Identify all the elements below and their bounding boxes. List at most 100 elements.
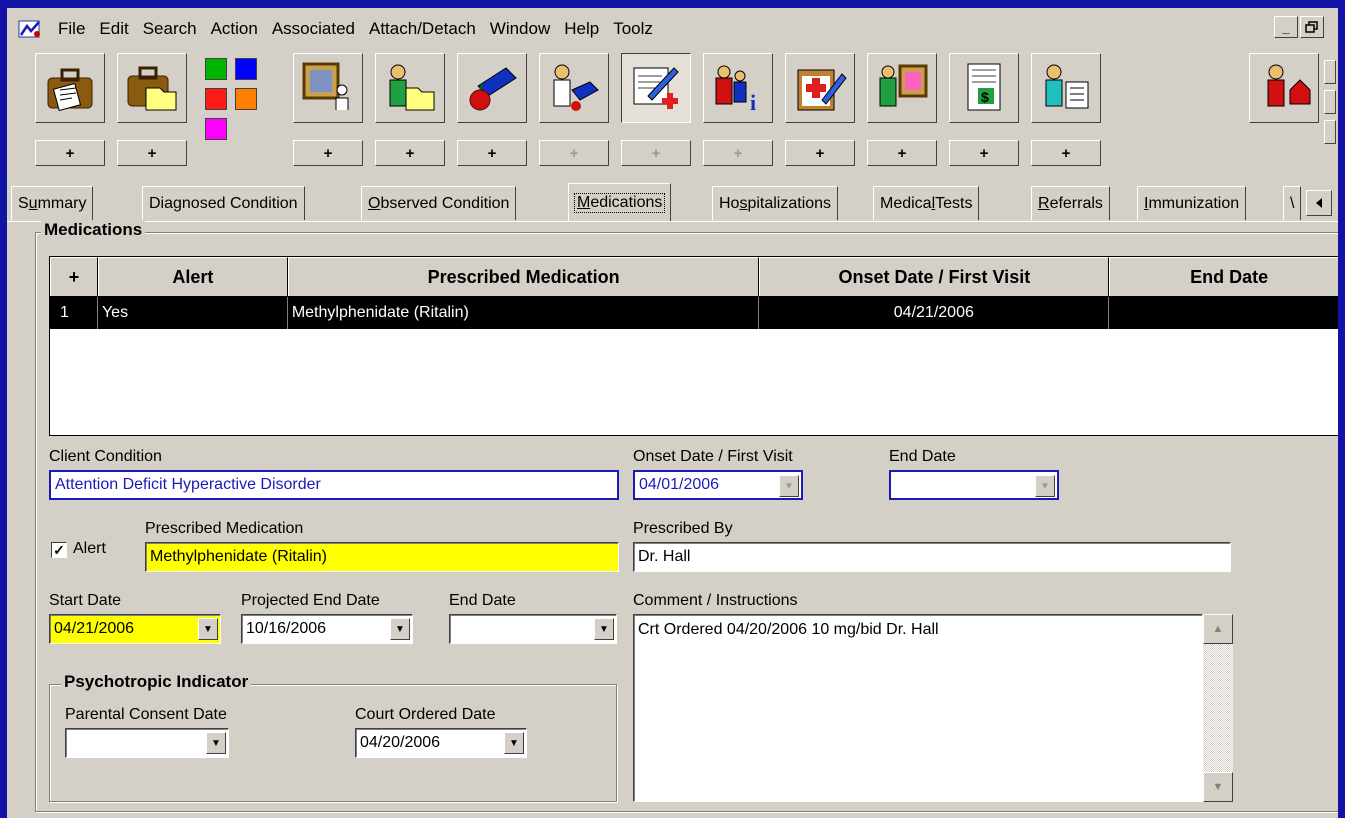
menu-window[interactable]: Window xyxy=(483,19,557,39)
col-header-onset-date[interactable]: Onset Date / First Visit xyxy=(759,257,1110,296)
parental-consent-combo[interactable]: ▼ xyxy=(65,728,229,758)
add-button-11[interactable]: + xyxy=(949,140,1019,166)
menu-edit[interactable]: Edit xyxy=(92,19,135,39)
toolbar-family-photo-button[interactable] xyxy=(293,53,363,123)
scroll-down-button[interactable]: ▼ xyxy=(1203,772,1233,802)
family-photo-icon xyxy=(302,62,349,110)
client-condition-field[interactable]: Attention Deficit Hyperactive Disorder xyxy=(49,470,619,500)
start-date-combo[interactable]: 04/21/2006 ▼ xyxy=(49,614,221,644)
comment-scrollbar[interactable]: ▲ ▼ xyxy=(1203,614,1233,802)
add-button-9[interactable]: + xyxy=(785,140,855,166)
toolbar-book-apple-button[interactable] xyxy=(457,53,527,123)
toolbar-billing-document-button[interactable]: $ xyxy=(949,53,1019,123)
tab-observed-condition[interactable]: Observed Condition xyxy=(361,186,517,220)
end-date-2-dropdown-button[interactable]: ▼ xyxy=(594,618,614,640)
end-date-dropdown-button[interactable]: ▼ xyxy=(1035,475,1055,497)
add-button-4[interactable]: + xyxy=(375,140,445,166)
green-swatch[interactable] xyxy=(205,58,227,80)
book-apple-icon xyxy=(469,67,517,111)
add-button-2[interactable]: + xyxy=(117,140,187,166)
menu-bar: File Edit Search Action Associated Attac… xyxy=(7,8,1338,50)
start-date-dropdown-button[interactable]: ▼ xyxy=(198,618,218,640)
table-row[interactable]: 1 Yes Methylphenidate (Ritalin) 04/21/20… xyxy=(50,297,1338,329)
toolbar-medical-clipboard-button[interactable] xyxy=(785,53,855,123)
col-header-alert[interactable]: Alert xyxy=(97,257,288,296)
onset-date-label: Onset Date / First Visit xyxy=(633,448,793,465)
end-date-2-label: End Date xyxy=(449,592,516,609)
col-header-prescribed-medication[interactable]: Prescribed Medication xyxy=(287,257,760,296)
onset-date-dropdown-button[interactable]: ▼ xyxy=(779,475,799,497)
medical-clipboard-icon xyxy=(797,69,847,111)
add-button-3[interactable]: + xyxy=(293,140,363,166)
parental-consent-dropdown-button[interactable]: ▼ xyxy=(206,732,226,754)
end-date-combo[interactable]: ▼ xyxy=(889,470,1059,500)
tab-summary[interactable]: Su mmary xyxy=(11,186,94,220)
alert-checkbox[interactable]: ✓ xyxy=(51,542,67,558)
add-button-10[interactable]: + xyxy=(867,140,937,166)
blue-swatch[interactable] xyxy=(235,58,257,80)
menu-search[interactable]: Search xyxy=(136,19,204,39)
col-header-add[interactable]: + xyxy=(50,257,98,296)
onset-date-combo[interactable]: 04/01/2006 ▼ xyxy=(633,470,803,500)
medications-grid[interactable]: + Alert Prescribed Medication Onset Date… xyxy=(49,256,1338,436)
tab-diagnosed-condition[interactable]: Diagnosed Condition xyxy=(142,186,305,220)
comment-textarea[interactable]: Crt Ordered 04/20/2006 10 mg/bid Dr. Hal… xyxy=(633,614,1203,802)
orange-swatch[interactable] xyxy=(235,88,257,110)
col-header-end-date[interactable]: End Date xyxy=(1109,257,1338,296)
restore-icon xyxy=(1305,21,1318,33)
prescribed-medication-field[interactable]: Methylphenidate (Ritalin) xyxy=(145,542,619,572)
scroll-up-button[interactable]: ▲ xyxy=(1203,614,1233,644)
magenta-swatch[interactable] xyxy=(205,118,227,140)
toolbar-teacher-book-button[interactable] xyxy=(539,53,609,123)
toolbar-person-bag-button[interactable] xyxy=(1249,53,1319,123)
person-bag-icon xyxy=(1267,64,1311,107)
prescribed-by-field[interactable]: Dr. Hall xyxy=(633,542,1231,572)
toolbar-side-button-1[interactable] xyxy=(1324,60,1336,84)
tab-medical-tests[interactable]: Medica l Tests xyxy=(873,186,980,220)
court-ordered-combo[interactable]: 04/20/2006 ▼ xyxy=(355,728,527,758)
grid-header: + Alert Prescribed Medication Onset Date… xyxy=(50,257,1338,297)
tab-scroll-left-button[interactable] xyxy=(1306,190,1332,216)
toolbar-briefcase-folder-button[interactable] xyxy=(117,53,187,123)
menu-associated[interactable]: Associated xyxy=(265,19,362,39)
court-ordered-dropdown-button[interactable]: ▼ xyxy=(504,732,524,754)
toolbar-notes-briefcase-button[interactable] xyxy=(35,53,105,123)
toolbar-side-button-2[interactable] xyxy=(1324,90,1336,114)
add-button-1[interactable]: + xyxy=(35,140,105,166)
toolbar: i $ + + + + + + + + + + + + xyxy=(7,50,1338,178)
alert-label: Alert xyxy=(73,540,106,557)
prescribed-medication-label: Prescribed Medication xyxy=(145,520,304,537)
end-date-2-combo[interactable]: ▼ xyxy=(449,614,617,644)
tab-overflow[interactable]: \ xyxy=(1283,186,1302,220)
add-button-5[interactable]: + xyxy=(457,140,527,166)
app-logo-icon[interactable] xyxy=(17,17,43,41)
tab-immunization[interactable]: Immunization xyxy=(1137,186,1247,220)
projected-end-date-combo[interactable]: 10/16/2006 ▼ xyxy=(241,614,413,644)
add-button-8[interactable]: + xyxy=(703,140,773,166)
toolbar-family-portrait-button[interactable] xyxy=(867,53,937,123)
tab-referrals[interactable]: Referrals xyxy=(1031,186,1110,220)
menu-help[interactable]: Help xyxy=(557,19,606,39)
add-button-6[interactable]: + xyxy=(539,140,609,166)
toolbar-person-folder-button[interactable] xyxy=(375,53,445,123)
tab-medications[interactable]: Medications xyxy=(568,183,672,221)
projected-end-date-dropdown-button[interactable]: ▼ xyxy=(390,618,410,640)
red-swatch[interactable] xyxy=(205,88,227,110)
menu-toolz[interactable]: Toolz xyxy=(606,19,660,39)
person-folder-icon xyxy=(389,64,435,111)
menu-attach-detach[interactable]: Attach/Detach xyxy=(362,19,483,39)
toolbar-person-list-button[interactable] xyxy=(1031,53,1101,123)
add-button-12[interactable]: + xyxy=(1031,140,1101,166)
menu-file[interactable]: File xyxy=(51,19,92,39)
toolbar-medical-notes-button[interactable] xyxy=(621,53,691,123)
toolbar-side-button-3[interactable] xyxy=(1324,120,1336,144)
restore-button[interactable] xyxy=(1300,16,1324,38)
tab-hospitalizations[interactable]: Ho s pitalizations xyxy=(712,186,839,220)
minimize-button[interactable]: _ xyxy=(1274,16,1298,38)
add-button-7[interactable]: + xyxy=(621,140,691,166)
parental-consent-label: Parental Consent Date xyxy=(65,706,227,723)
row-alert: Yes xyxy=(98,297,288,329)
menu-action[interactable]: Action xyxy=(204,19,265,39)
medical-notes-icon xyxy=(633,67,679,109)
toolbar-family-info-button[interactable]: i xyxy=(703,53,773,123)
